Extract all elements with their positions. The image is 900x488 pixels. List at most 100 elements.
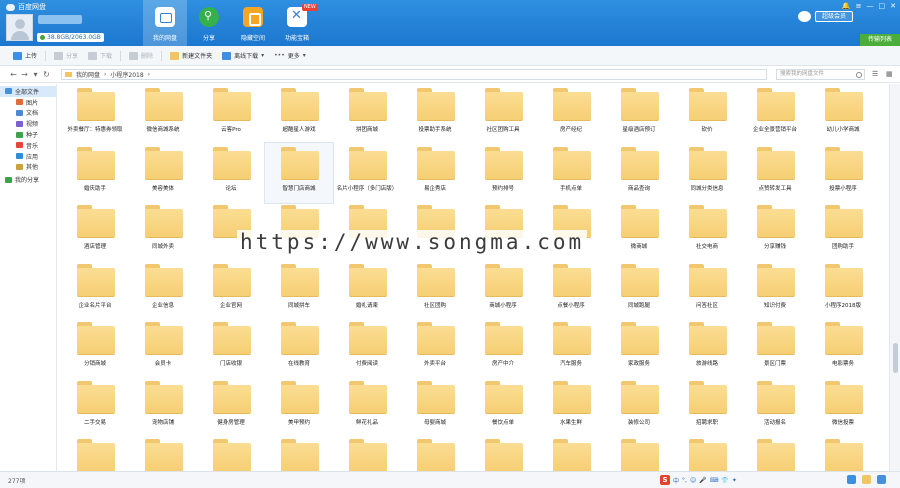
list-view-icon[interactable]: ☰ [872,71,880,78]
folder-item[interactable]: 名片小程序（多门店版） [333,143,401,203]
folder-item[interactable]: 同城交友 [333,435,401,471]
scrollbar-thumb[interactable] [893,343,898,373]
folder-item[interactable]: 摄影预约 [129,435,197,471]
folder-item[interactable]: 超酷星人游戏 [265,84,333,144]
folder-item[interactable]: 同城分类信息 [673,143,741,203]
folder-item[interactable]: 商品查询 [605,143,673,203]
folder-item[interactable]: 付费阅读 [333,318,401,378]
grid-view-icon[interactable]: ▦ [886,71,894,78]
folder-item[interactable]: 汽车服务 [537,318,605,378]
folder-item[interactable]: 在线预约 [537,435,605,471]
folder-item[interactable]: 景区门票 [741,318,809,378]
minimize-icon[interactable]: — [867,2,874,10]
folder-item[interactable]: 社区团购工具 [469,84,537,144]
tab-my-drive[interactable]: 我的网盘 [143,0,187,46]
folder-item[interactable]: 活动报名 [741,377,809,437]
ime-emoji-icon[interactable]: ☺ [690,477,696,484]
folder-item[interactable]: 团购助手 [809,201,877,261]
folder-item[interactable]: 美容美体 [129,143,197,203]
new-folder-button[interactable]: 新建文件夹 [165,49,217,63]
folder-item[interactable]: 微信投票 [809,377,877,437]
folder-item[interactable]: 积分商城 [741,435,809,471]
folder-item[interactable]: 论坛 [197,143,265,203]
folder-item[interactable]: 酒店管理 [61,201,129,261]
folder-item[interactable]: 在线课堂 [197,435,265,471]
folder-item[interactable]: 拍卖平台 [61,435,129,471]
breadcrumb-root[interactable]: 我的网盘 [76,70,100,79]
folder-item[interactable]: 砍价 [673,84,741,144]
ime-tools-icon[interactable]: ✦ [732,477,737,484]
sidebar-item[interactable]: 图片 [0,97,56,108]
folder-item[interactable]: 同城信息 [401,435,469,471]
folder-item[interactable]: 预约排号 [469,143,537,203]
folder-item[interactable]: 会员管理 [809,435,877,471]
transfer-list-button[interactable]: 传输列表 [860,34,900,46]
folder-item[interactable]: 星级酒店预订 [605,84,673,144]
folder-item[interactable]: 外卖餐厅：特惠券领取 [61,84,129,144]
folder-shortcut-icon[interactable] [862,475,871,484]
folder-item[interactable]: 智慧门店商城 [264,141,334,204]
folder-item[interactable]: 点餐小程序 [537,260,605,320]
vertical-scrollbar[interactable] [889,84,900,471]
folder-item[interactable]: 商家联盟 [469,435,537,471]
ime-skin-icon[interactable]: 👕 [721,477,728,484]
folder-item[interactable]: 投票助手系统 [401,84,469,144]
folder-item[interactable]: 拼团商城 [333,84,401,144]
folder-item[interactable]: 智慧停车 [265,435,333,471]
tab-share[interactable]: 分享 [187,0,231,46]
folder-item[interactable]: 电影票务 [809,318,877,378]
folder-item[interactable]: 点赞转发工具 [741,143,809,203]
folder-item[interactable]: 二手交易 [61,377,129,437]
breadcrumb-current[interactable]: 小程序2018 [110,70,143,79]
sidebar-item[interactable]: 视频 [0,118,56,129]
folder-item[interactable]: 房产中介 [469,318,537,378]
notification-icon[interactable]: 🔔 [842,2,851,10]
folder-item[interactable]: 招聘求职 [673,377,741,437]
folder-item[interactable]: 企业全景营销平台 [741,84,809,144]
folder-item[interactable]: 外卖平台 [401,318,469,378]
folder-item[interactable]: 手机点单 [537,143,605,203]
folder-item[interactable]: 优惠券 [673,435,741,471]
folder-item[interactable]: 房产经纪 [537,84,605,144]
close-icon[interactable]: ✕ [890,2,896,10]
share-button[interactable]: 分享 [49,49,83,63]
delete-button[interactable]: 删除 [124,49,158,63]
download-button[interactable]: 下载 [83,49,117,63]
search-input[interactable]: 搜索我的网盘文件 [776,69,865,80]
forward-arrow-icon[interactable]: → [19,70,30,79]
username-blurred[interactable] [38,15,82,24]
folder-item[interactable]: 企业名片平台 [61,260,129,320]
folder-item[interactable]: 门店收银 [197,318,265,378]
ime-chinese-icon[interactable]: 中 [673,476,679,485]
sidebar-item[interactable]: 应用 [0,151,56,162]
folder-item[interactable]: 母婴商城 [401,377,469,437]
sidebar-item[interactable]: 种子 [0,129,56,140]
sidebar-item[interactable]: 文档 [0,108,56,119]
ime-voice-icon[interactable]: 🎤 [699,477,706,484]
folder-item[interactable]: 健身房管理 [197,377,265,437]
offline-download-button[interactable]: 离线下载 ▾ [217,49,269,63]
chat-icon[interactable] [877,475,886,484]
sidebar-item[interactable]: 全部文件 [0,86,56,97]
folder-item[interactable]: 分销商城 [61,318,129,378]
folder-item[interactable]: 社交电商 [673,201,741,261]
sogou-ime-icon[interactable]: S [660,475,670,485]
storage-quota[interactable]: 38.8GB/2063.0GB [37,33,104,42]
dropdown-chevron-icon[interactable]: ▾ [30,70,41,79]
folder-item[interactable]: 会员卡 [129,318,197,378]
folder-item[interactable]: 在线教育 [265,318,333,378]
folder-item[interactable]: 装修公司 [605,377,673,437]
folder-item[interactable]: 鲜花礼品 [333,377,401,437]
folder-item[interactable]: 餐饮点单 [469,377,537,437]
folder-item[interactable]: 投票小程序 [809,143,877,203]
maximize-icon[interactable]: □ [879,2,886,10]
folder-item[interactable]: 婚庆助手 [61,143,129,203]
sidebar-item[interactable]: 其他 [0,162,56,173]
folder-item[interactable]: 微商城 [605,201,673,261]
more-button[interactable]: ••• 更多 ▾ [269,49,311,63]
folder-item[interactable]: 微信商城系统 [129,84,197,144]
folder-item[interactable]: 小程序2018版 [809,260,877,320]
upgrade-button[interactable]: 超级会员 [815,11,854,22]
tab-hidden-space[interactable]: 隐藏空间 [231,0,275,46]
folder-item[interactable]: 企业信息 [129,260,197,320]
